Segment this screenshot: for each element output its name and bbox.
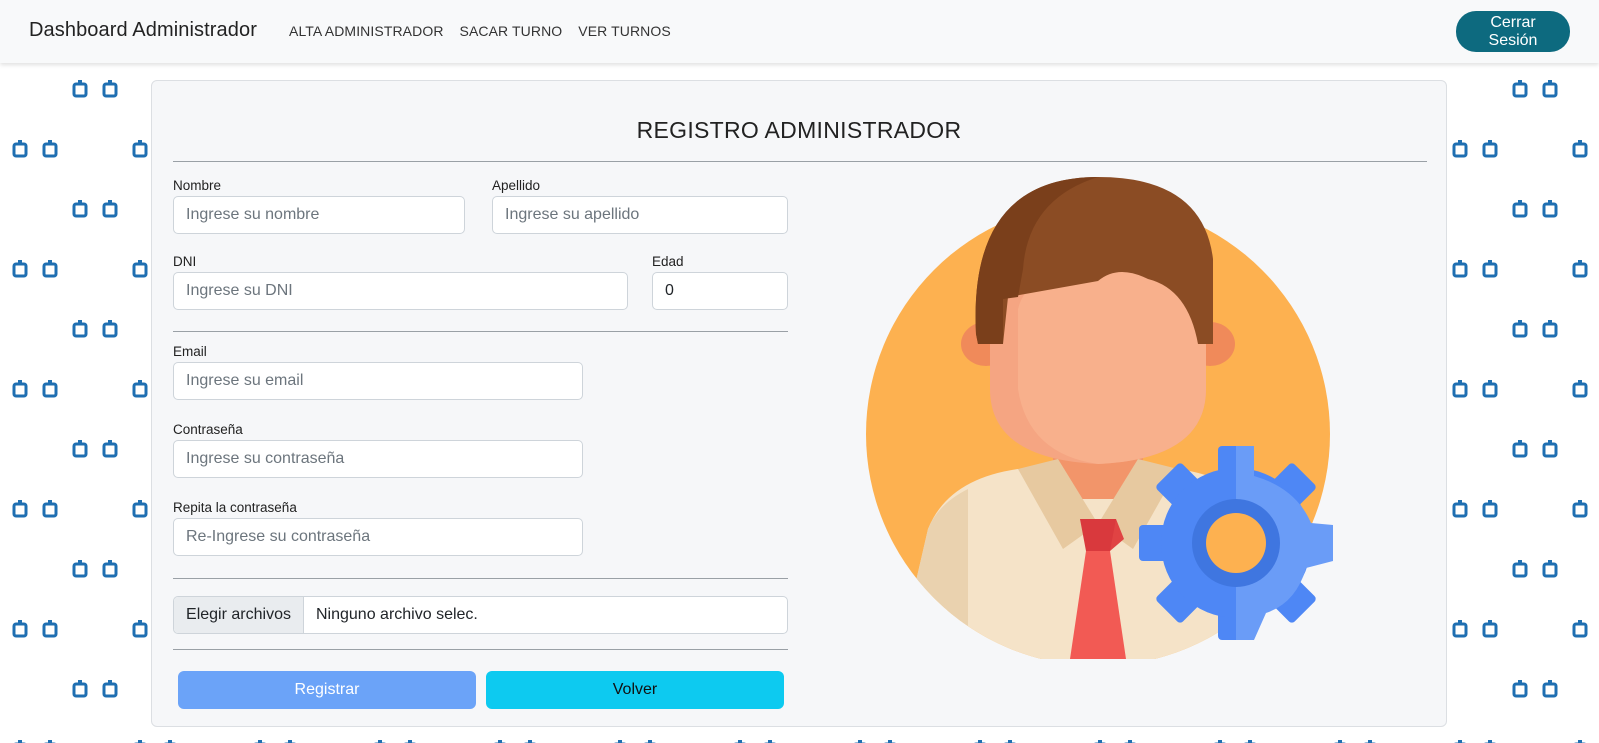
gear-icon [1139, 446, 1333, 640]
register-admin-card: REGISTRO ADMINISTRADOR Nombre Apellido D… [151, 80, 1447, 727]
nombre-label: Nombre [173, 178, 222, 193]
email-label: Email [173, 344, 207, 359]
register-button[interactable]: Registrar [178, 671, 476, 709]
nombre-input[interactable] [173, 196, 465, 234]
apellido-label: Apellido [492, 178, 541, 193]
top-navbar: Dashboard Administrador ALTA ADMINISTRAD… [0, 0, 1599, 63]
password-repeat-field[interactable] [173, 518, 583, 556]
choose-files-button[interactable]: Elegir archivos [174, 597, 304, 633]
email-field[interactable] [173, 362, 583, 400]
nav-link-ver-turnos[interactable]: VER TURNOS [578, 23, 671, 39]
edad-label: Edad [652, 254, 684, 269]
dni-input[interactable] [173, 272, 628, 310]
nav-link-alta-administrador[interactable]: ALTA ADMINISTRADOR [289, 23, 444, 39]
password-label: Contraseña [173, 422, 243, 437]
edad-input[interactable] [652, 272, 788, 310]
password-field[interactable] [173, 440, 583, 478]
file-input[interactable]: Elegir archivos Ninguno archivo selec. [173, 596, 788, 634]
divider [173, 331, 788, 332]
title-divider [173, 161, 1427, 162]
nav-link-sacar-turno[interactable]: SACAR TURNO [460, 23, 563, 39]
divider [173, 578, 788, 579]
file-status-text: Ninguno archivo selec. [316, 606, 478, 623]
brand-title[interactable]: Dashboard Administrador [29, 19, 257, 42]
divider [173, 649, 788, 650]
logout-button[interactable]: Cerrar Sesión [1456, 11, 1570, 52]
nav-links: ALTA ADMINISTRADOR SACAR TURNO VER TURNO… [289, 23, 671, 39]
page-title: REGISTRO ADMINISTRADOR [636, 117, 962, 143]
admin-avatar-gear-icon [866, 177, 1333, 659]
back-button[interactable]: Volver [486, 671, 784, 709]
dni-label: DNI [173, 254, 197, 269]
password-repeat-label: Repita la contraseña [173, 500, 297, 515]
apellido-input[interactable] [492, 196, 788, 234]
